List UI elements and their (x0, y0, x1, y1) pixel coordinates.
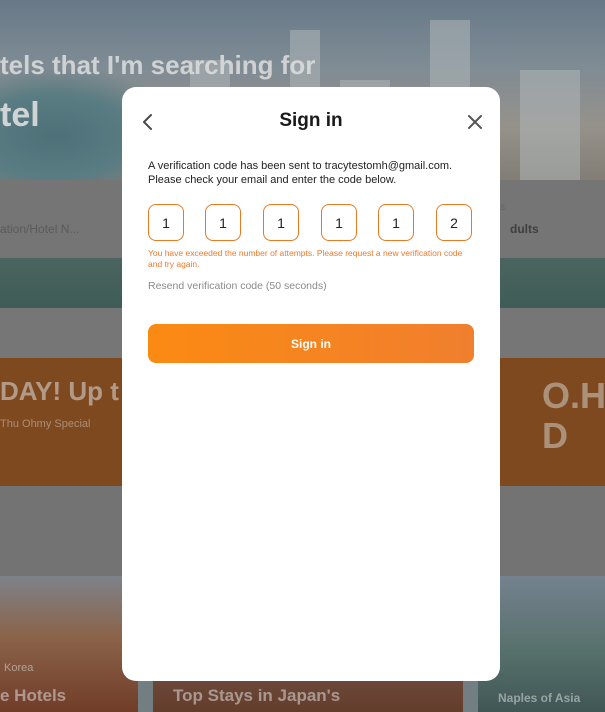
code-digit-5[interactable]: 1 (378, 204, 414, 241)
verification-code-input: 1 1 1 1 1 2 (148, 204, 474, 243)
verification-message: A verification code has been sent to tra… (148, 160, 453, 186)
sign-in-dialog: Sign in A verification code has been sen… (122, 87, 500, 681)
close-icon[interactable] (464, 111, 486, 133)
error-message: You have exceeded the number of attempts… (148, 248, 463, 269)
code-digit-4[interactable]: 1 (321, 204, 357, 241)
resend-code-link[interactable]: Resend verification code (50 seconds) (148, 280, 327, 292)
code-digit-1[interactable]: 1 (148, 204, 184, 241)
code-digit-6[interactable]: 2 (436, 204, 472, 241)
dialog-title: Sign in (279, 110, 343, 131)
code-digit-2[interactable]: 1 (205, 204, 241, 241)
sign-in-button[interactable]: Sign in (148, 324, 474, 363)
code-digit-3[interactable]: 1 (263, 204, 299, 241)
